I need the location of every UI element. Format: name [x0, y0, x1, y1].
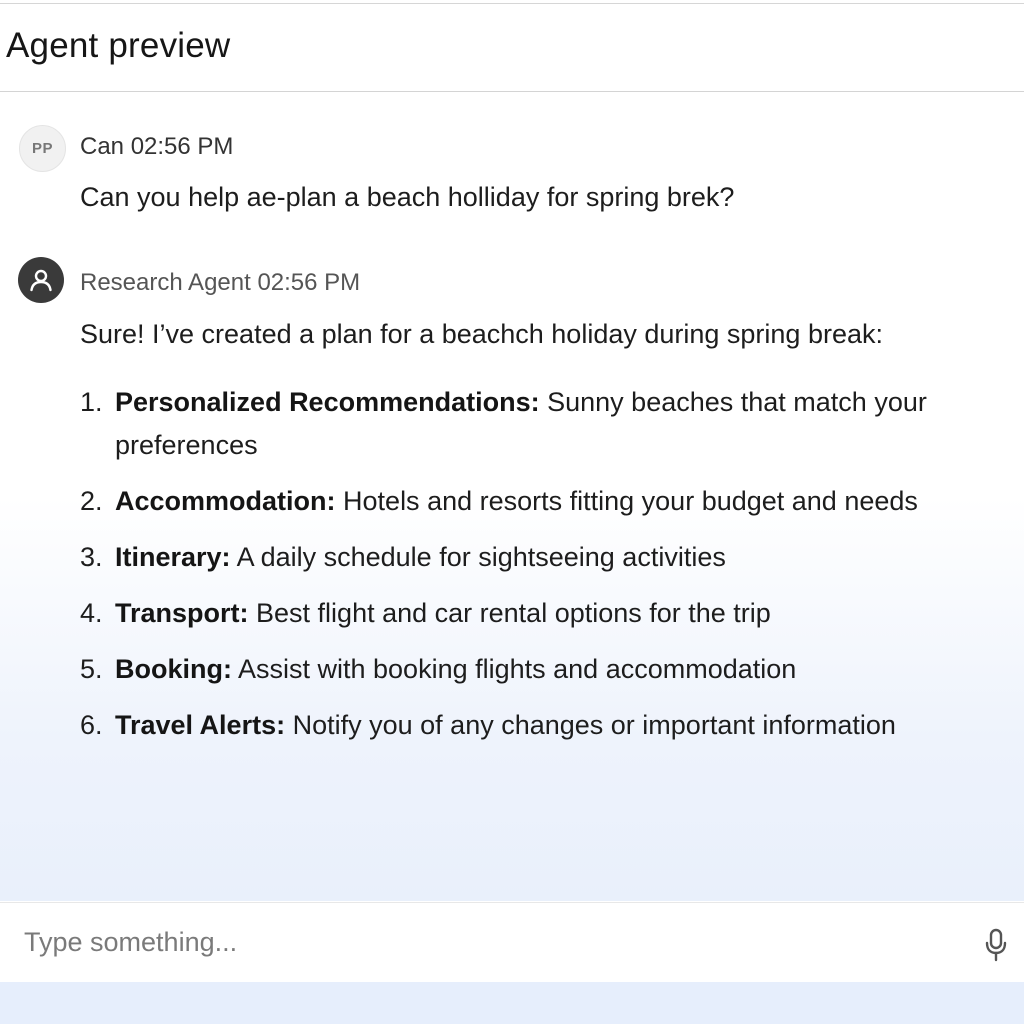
message-input[interactable] [22, 917, 956, 967]
list-item: 4. Transport: Best flight and car rental… [80, 592, 1020, 635]
list-item: 1. Personalized Recommendations: Sunny b… [80, 381, 1020, 467]
avatar-initials: PP [31, 140, 53, 157]
footer-bar [0, 982, 1024, 1024]
item-text: Best flight and car rental options for t… [256, 598, 771, 628]
list-item: 6. Travel Alerts: Notify you of any chan… [80, 704, 1020, 747]
list-number: 6. [80, 710, 103, 740]
item-title: Travel Alerts: [115, 710, 286, 740]
item-text: Notify you of any changes or important i… [292, 710, 896, 740]
microphone-icon[interactable] [982, 927, 1010, 963]
item-title: Transport: [115, 598, 249, 628]
plan-list: 1. Personalized Recommendations: Sunny b… [80, 381, 1020, 760]
agent-preview-panel: Agent preview PP Can 02:56 PM Can you he… [0, 3, 1024, 1024]
list-number: 4. [80, 598, 103, 628]
message-meta: Can 02:56 PM [80, 133, 234, 160]
message-meta: Research Agent 02:56 PM [80, 269, 361, 296]
message-text: Can you help ae-plan a beach holliday fo… [80, 182, 735, 212]
list-number: 1. [80, 387, 103, 417]
item-title: Accommodation: [115, 486, 336, 516]
panel-header: Agent preview [0, 4, 1024, 92]
list-number: 5. [80, 654, 103, 684]
person-icon [30, 269, 52, 292]
item-text: Assist with booking flights and accommod… [238, 654, 797, 684]
agent-avatar [18, 257, 64, 303]
item-text: Hotels and resorts fitting your budget a… [343, 486, 918, 516]
item-text: A daily schedule for sightseeing activit… [236, 542, 726, 572]
avatar: PP [19, 125, 66, 172]
item-title: Itinerary: [115, 542, 231, 572]
message-composer [0, 902, 1024, 982]
list-number: 2. [80, 486, 103, 516]
conversation-area[interactable]: PP Can 02:56 PM Can you help ae-plan a b… [0, 93, 1024, 901]
item-title: Personalized Recommendations: [115, 387, 540, 417]
page-title: Agent preview [6, 25, 231, 65]
list-number: 3. [80, 542, 103, 572]
list-item: 2. Accommodation: Hotels and resorts fit… [80, 480, 1020, 523]
list-item: 5. Booking: Assist with booking flights … [80, 648, 1020, 691]
item-title: Booking: [115, 654, 232, 684]
message-intro: Sure! I’ve created a plan for a beachch … [80, 319, 883, 349]
list-item: 3. Itinerary: A daily schedule for sight… [80, 536, 1020, 579]
